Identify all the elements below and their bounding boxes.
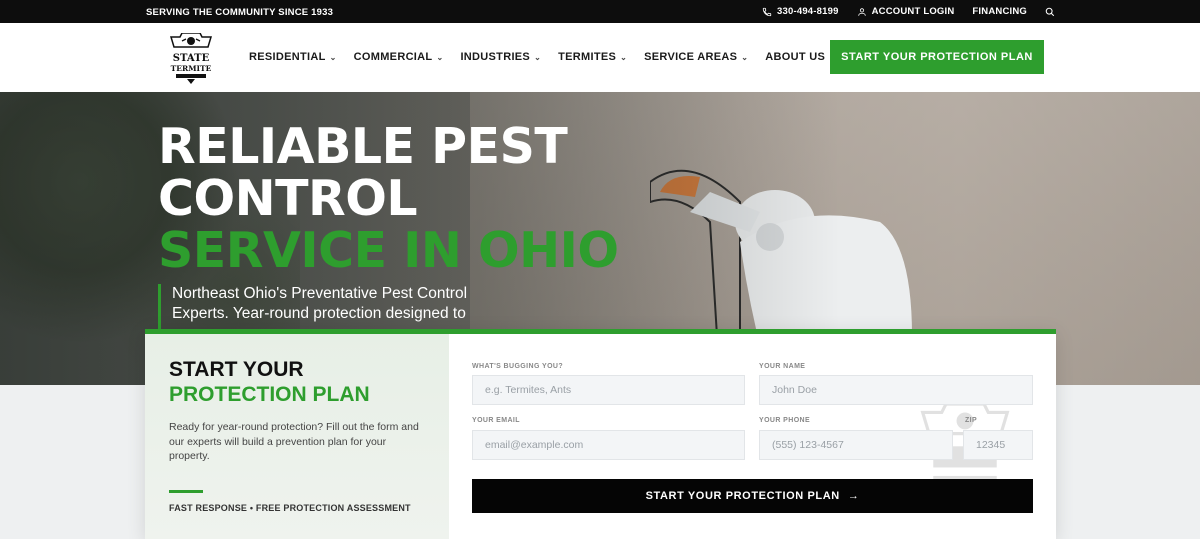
search-button[interactable] (1045, 7, 1055, 17)
accent-divider (169, 490, 203, 493)
arrow-right-icon: → (847, 490, 860, 502)
logo-text-termite: TERMITE (171, 64, 212, 73)
account-login-link[interactable]: ACCOUNT LOGIN (857, 6, 955, 17)
nav-item-commercial[interactable]: COMMERCIAL ⌄ (354, 51, 444, 63)
form-title-line2: PROTECTION PLAN (169, 383, 370, 406)
submit-label: START YOUR PROTECTION PLAN (645, 490, 840, 502)
start-protection-plan-button[interactable]: START YOUR PROTECTION PLAN (830, 40, 1044, 74)
zip-input[interactable]: 12345 (963, 430, 1033, 460)
name-label: YOUR NAME (759, 363, 806, 370)
phone-icon (762, 7, 772, 16)
chevron-down-icon: ⌄ (620, 52, 628, 62)
email-label: YOUR EMAIL (472, 417, 520, 424)
site-logo[interactable]: STATE TERMITE (168, 32, 214, 85)
phone-link[interactable]: 330-494-8199 (762, 6, 839, 17)
form-title-line1: START YOUR (169, 358, 304, 381)
search-icon (1045, 7, 1055, 16)
phone-input[interactable]: (555) 123-4567 (759, 430, 953, 460)
account-login-label: ACCOUNT LOGIN (871, 6, 955, 17)
bugging-label: WHAT'S BUGGING YOU? (472, 363, 564, 370)
hero-title-green: SERVICE IN OHIO (158, 222, 619, 279)
nav-item-service-areas[interactable]: SERVICE AREAS ⌄ (644, 51, 748, 63)
financing-link[interactable]: FINANCING (972, 6, 1027, 17)
nav-item-industries[interactable]: INDUSTRIES ⌄ (460, 51, 541, 63)
hero-title-line2: CONTROL (158, 170, 418, 227)
form-tagline: FAST RESPONSE • FREE PROTECTION ASSESSME… (169, 503, 411, 513)
phone-label: YOUR PHONE (759, 417, 811, 424)
submit-protection-plan-button[interactable]: START YOUR PROTECTION PLAN → (472, 479, 1033, 513)
chevron-down-icon: ⌄ (436, 52, 444, 62)
bugging-input[interactable]: e.g. Termites, Ants (472, 375, 745, 405)
chevron-down-icon: ⌄ (534, 52, 542, 62)
user-icon (857, 7, 866, 16)
protection-plan-form: START YOUR PROTECTION PLAN Ready for yea… (145, 329, 1056, 539)
hero-subtitle: Northeast Ohio's Preventative Pest Contr… (158, 284, 498, 334)
logo-text-state: STATE (173, 53, 210, 64)
serving-text: SERVING THE COMMUNITY SINCE 1933 (146, 7, 334, 18)
chevron-down-icon: ⌄ (741, 52, 749, 62)
email-input[interactable]: email@example.com (472, 430, 745, 460)
form-title: START YOUR PROTECTION PLAN (169, 357, 370, 407)
name-input[interactable]: John Doe (759, 375, 1033, 405)
top-bar: SERVING THE COMMUNITY SINCE 1933 330-494… (0, 0, 1200, 23)
nav-item-residential[interactable]: RESIDENTIAL ⌄ (249, 51, 337, 63)
zip-label: ZIP (965, 417, 978, 424)
nav-item-about-us[interactable]: ABOUT US⌄ (765, 51, 836, 63)
hero-title: RELIABLE PEST CONTROL SERVICE IN OHIO (158, 121, 619, 277)
hero-title-line1: RELIABLE PEST (158, 118, 568, 175)
top-bar-links: 330-494-8199 ACCOUNT LOGIN FINANCING (762, 6, 1055, 17)
nav-item-termites[interactable]: TERMITES ⌄ (558, 51, 627, 63)
main-nav: STATE TERMITE RESIDENTIAL ⌄ COMMERCIAL ⌄ I… (0, 23, 1200, 92)
nav-menu: RESIDENTIAL ⌄ COMMERCIAL ⌄ INDUSTRIES ⌄ TER… (249, 51, 836, 63)
chevron-down-icon: ⌄ (329, 52, 337, 62)
logo-icon: STATE TERMITE (169, 32, 213, 84)
phone-number: 330-494-8199 (777, 6, 839, 17)
form-intro-panel: START YOUR PROTECTION PLAN Ready for yea… (145, 334, 449, 539)
form-description: Ready for year-round protection? Fill ou… (169, 421, 419, 462)
